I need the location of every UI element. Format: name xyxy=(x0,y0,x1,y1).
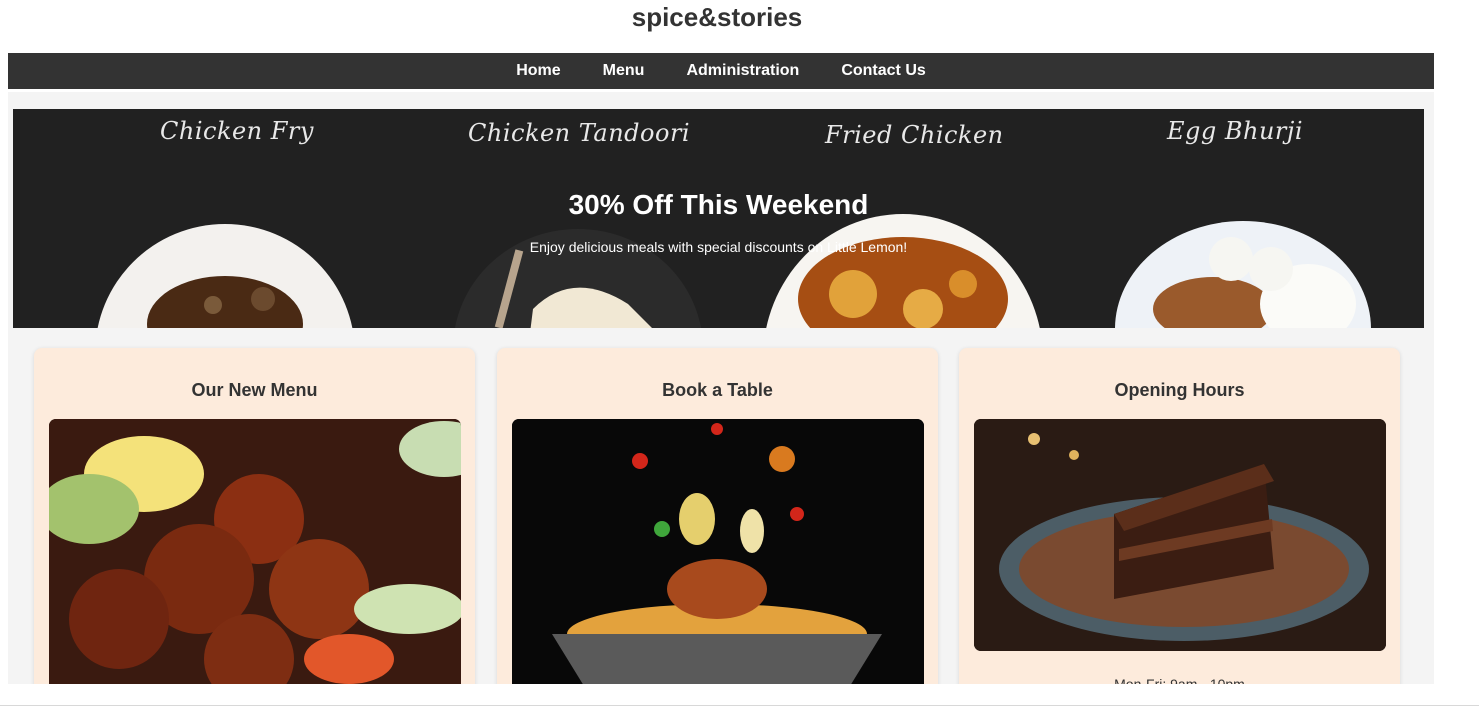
card-new-menu[interactable]: Our New Menu xyxy=(34,348,475,684)
nav-link-contact-us[interactable]: Contact Us xyxy=(841,62,925,80)
promo-headline: 30% Off This Weekend xyxy=(568,189,869,220)
site-title: spice&stories xyxy=(631,2,803,32)
promo-banner: Chicken Fry Chicken Tandoori Fried Chick… xyxy=(13,109,1424,328)
dish-label-chicken-tandoori: Chicken Tandoori xyxy=(468,119,691,147)
main-navbar: Home Menu Administration Contact Us xyxy=(8,53,1434,89)
dish-label-egg-bhurji: Egg Bhurji xyxy=(1167,117,1304,145)
opening-hours-text: Mon-Fri: 9am - 10pm xyxy=(1114,676,1245,684)
card-title: Our New Menu xyxy=(191,380,318,400)
card-book-table[interactable]: Book a Table xyxy=(497,348,938,684)
nav-link-menu[interactable]: Menu xyxy=(603,62,645,80)
biryani-photo xyxy=(512,419,924,684)
card-opening-hours[interactable]: Opening Hours Mon-Fri: 9am - 10pm xyxy=(959,348,1400,684)
nav-link-administration[interactable]: Administration xyxy=(686,62,799,80)
card-title: Opening Hours xyxy=(1114,380,1245,400)
main-content: Chicken Fry Chicken Tandoori Fried Chick… xyxy=(8,92,1434,684)
nav-link-home[interactable]: Home xyxy=(516,62,560,80)
promo-subtext: Enjoy delicious meals with special disco… xyxy=(529,239,908,255)
dish-label-chicken-fry: Chicken Fry xyxy=(160,117,314,145)
dish-label-fried-chicken: Fried Chicken xyxy=(825,121,1004,149)
chocolate-cake-photo xyxy=(974,419,1386,651)
viewport-divider xyxy=(0,705,1479,706)
card-title: Book a Table xyxy=(662,380,773,400)
grilled-chicken-photo xyxy=(49,419,461,684)
